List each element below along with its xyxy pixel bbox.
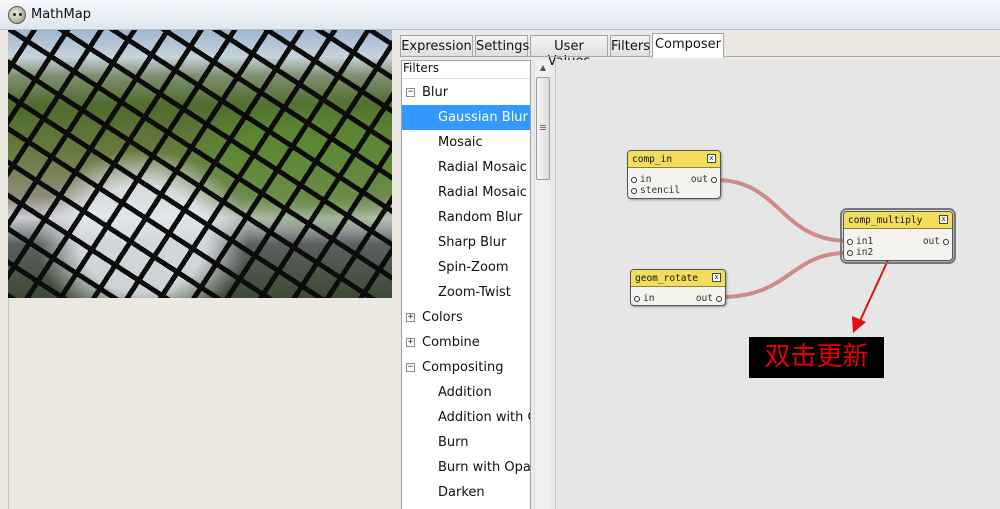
tree-label: Radial Mosaic B	[438, 185, 530, 200]
expand-icon[interactable]: +	[406, 313, 415, 322]
title-bar: MathMap	[0, 0, 1000, 30]
tree-item[interactable]: Random Blur	[402, 205, 530, 230]
expand-icon[interactable]: +	[406, 338, 415, 347]
node-title: geom_rotate	[635, 273, 698, 284]
tab-settings[interactable]: Settings	[475, 35, 529, 57]
tree-label: Addition with Op	[438, 410, 530, 425]
tree-item[interactable]: Sharp Blur	[402, 230, 530, 255]
port-in2[interactable]: in2	[844, 247, 873, 258]
tree-label: Random Blur	[438, 210, 523, 225]
close-icon[interactable]: x	[939, 215, 948, 224]
tree-item[interactable]: Burn	[402, 430, 530, 455]
tree-group[interactable]: + Colors	[402, 305, 530, 330]
tree-item[interactable]: Darken	[402, 480, 530, 505]
tree-label: Addition	[438, 385, 492, 400]
scroll-thumb[interactable]	[536, 77, 550, 180]
tree-label: Combine	[422, 335, 480, 350]
tree-label: Burn with Opaci	[438, 460, 530, 475]
tree-label: Blur	[422, 85, 449, 100]
app-icon	[8, 6, 26, 24]
tree-item[interactable]: Radial Mosaic B	[402, 180, 530, 205]
tree-label: Darken	[438, 485, 485, 500]
port-in1[interactable]: in1	[844, 236, 873, 247]
scroll-up-arrow-icon[interactable]: ▲	[535, 60, 551, 76]
tree-label: Spin-Zoom	[438, 260, 509, 275]
tree-label: Sharp Blur	[438, 235, 507, 250]
node-title: comp_multiply	[848, 215, 923, 226]
tree-label: Radial Mosaic	[438, 160, 527, 175]
port-in[interactable]: in	[631, 293, 654, 304]
collapse-icon[interactable]: −	[406, 88, 415, 97]
tab-user-values[interactable]: User Values	[530, 35, 608, 69]
node-comp-multiply[interactable]: comp_multiply x in1 in2 out	[840, 208, 956, 264]
tree-item[interactable]: Addition	[402, 380, 530, 405]
tree-item[interactable]: Radial Mosaic	[402, 155, 530, 180]
port-stencil[interactable]: stencil	[628, 185, 680, 196]
tree-label: Compositing	[422, 360, 504, 375]
node-comp-in[interactable]: comp_in x in stencil out	[627, 150, 721, 199]
window-title: MathMap	[31, 7, 91, 22]
tree-item[interactable]: Mosaic	[402, 130, 530, 155]
tree-item[interactable]: Addition with Op	[402, 405, 530, 430]
tree-label: Colors	[422, 310, 463, 325]
node-title: comp_in	[632, 154, 673, 165]
tree-group[interactable]: + Combine	[402, 330, 530, 355]
tree-group[interactable]: − Blur	[402, 80, 530, 105]
tab-filters[interactable]: Filters	[610, 35, 650, 57]
port-out[interactable]: out	[696, 293, 725, 304]
port-out[interactable]: out	[691, 174, 720, 185]
preview-area-background	[8, 298, 392, 509]
tree-item[interactable]: Zoom-Twist	[402, 280, 530, 305]
tree-label: Gaussian Blur	[438, 110, 528, 125]
close-icon[interactable]: x	[707, 154, 716, 163]
port-out[interactable]: out	[923, 236, 952, 247]
collapse-icon[interactable]: −	[406, 363, 415, 372]
composer-canvas[interactable]	[555, 60, 1000, 509]
close-icon[interactable]: x	[712, 273, 721, 282]
preview-image	[8, 30, 392, 298]
tree-item[interactable]: Spin-Zoom	[402, 255, 530, 280]
node-geom-rotate[interactable]: geom_rotate x in out	[630, 269, 726, 306]
tree-item[interactable]: Burn with Opaci	[402, 455, 530, 480]
tree-group[interactable]: − Compositing	[402, 355, 530, 380]
tab-composer[interactable]: Composer	[652, 33, 724, 58]
filters-column-header[interactable]: Filters	[402, 61, 530, 79]
tree-item[interactable]: Gaussian Blur	[402, 105, 530, 130]
port-in[interactable]: in	[628, 174, 651, 185]
tree-label: Burn	[438, 435, 469, 450]
tree-label: Zoom-Twist	[438, 285, 511, 300]
filters-scrollbar[interactable]: ▲	[534, 60, 550, 509]
tree-label: Mosaic	[438, 135, 483, 150]
tab-expression[interactable]: Expression	[400, 35, 473, 57]
annotation-label: 双击更新	[749, 337, 884, 378]
